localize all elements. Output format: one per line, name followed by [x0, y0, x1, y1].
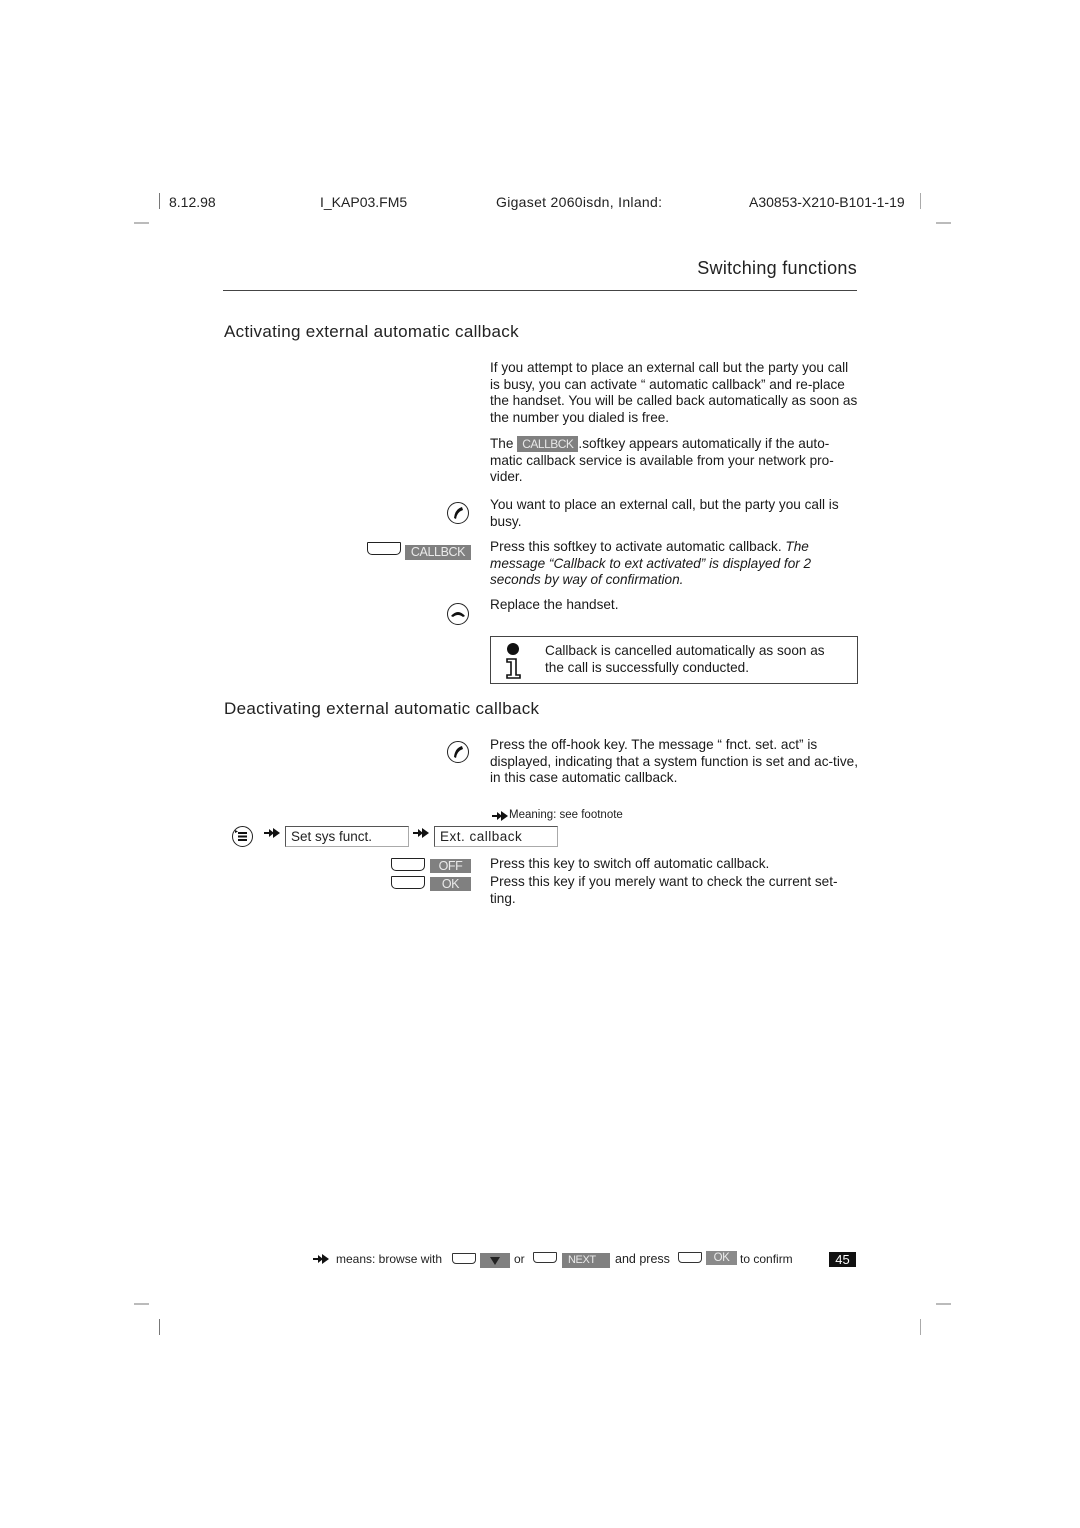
page-number: 45 [829, 1252, 856, 1267]
footer-and-press: and press [615, 1252, 670, 1266]
double-arrow-icon [413, 828, 429, 838]
footer-key-icon [452, 1253, 476, 1264]
crop-mark [134, 1303, 149, 1305]
footer-or: or [514, 1252, 525, 1266]
crop-mark [920, 1319, 921, 1335]
ok-key-label: OK [430, 877, 471, 891]
callbck-softkey-label: CALLBCK [517, 436, 579, 452]
footer-next-key: NEXT [562, 1253, 610, 1268]
footer-to-confirm: to confirm [740, 1252, 793, 1266]
double-arrow-icon [492, 811, 508, 821]
softkey-note-prefix: The [490, 436, 514, 451]
crop-mark [159, 1319, 160, 1335]
footer-key-icon [533, 1252, 557, 1263]
crop-mark [159, 193, 160, 209]
footer-key-icon [678, 1252, 702, 1263]
header-product: Gigaset 2060isdn, Inland: [496, 194, 663, 210]
crop-mark [134, 222, 149, 224]
info-note-text: Callback is cancelled automatically as s… [545, 643, 825, 675]
crop-mark [936, 1303, 951, 1305]
section-title-deactivate: Deactivating external automatic callback [224, 699, 540, 718]
footer-ok-key: OK [706, 1251, 737, 1265]
step-softkey-main: Press this softkey to activate automatic… [490, 539, 782, 554]
step-onhook-text: Replace the handset. [490, 597, 619, 612]
menu-item-ext-callback[interactable]: Ext. callback [434, 826, 558, 847]
footer-means-browse: means: browse with [336, 1252, 443, 1266]
info-icon [506, 643, 521, 679]
off-key-text: Press this key to switch off automatic c… [490, 856, 770, 871]
info-note: Callback is cancelled automatically as s… [490, 636, 858, 684]
header-file: I_KAP03.FM5 [320, 194, 408, 210]
menu-item-set-sys-funct[interactable]: Set sys funct. [285, 826, 409, 847]
section-title-activate: Activating external automatic callback [224, 322, 519, 341]
softkey-ok-button[interactable] [391, 876, 425, 889]
footer-down-arrow-key [480, 1253, 510, 1268]
off-hook-icon [447, 502, 469, 524]
on-hook-icon [447, 603, 469, 625]
header-date: 8.12.98 [169, 194, 216, 210]
chapter-divider [223, 290, 857, 291]
off-key-label: OFF [430, 859, 471, 873]
header-doc-number: A30853-X210-B101-1-19 [749, 194, 905, 210]
footnote-ref: Meaning: see footnote [509, 809, 623, 821]
double-arrow-icon [313, 1254, 329, 1264]
step-deactivate-offhook-text: Press the off-hook key. The message “ fn… [490, 737, 858, 785]
ok-key-text: Press this key if you merely want to che… [490, 874, 838, 906]
softkey-button[interactable] [367, 542, 401, 555]
crop-mark [936, 222, 951, 224]
activate-intro: If you attempt to place an external call… [490, 360, 858, 425]
step-offhook-text: You want to place an external call, but … [490, 497, 839, 529]
softkey-off-button[interactable] [391, 858, 425, 871]
menu-key-icon[interactable] [232, 826, 253, 847]
chapter-title: Switching functions [697, 258, 857, 278]
double-arrow-icon [264, 828, 280, 838]
step-softkey-text: Press this softkey to activate automatic… [490, 539, 858, 589]
callbck-key-label: CALLBCK [405, 545, 471, 560]
crop-mark [920, 193, 921, 209]
softkey-note: The CALLBCK .softkey appears automaticall… [490, 436, 858, 486]
off-hook-icon [447, 741, 469, 763]
